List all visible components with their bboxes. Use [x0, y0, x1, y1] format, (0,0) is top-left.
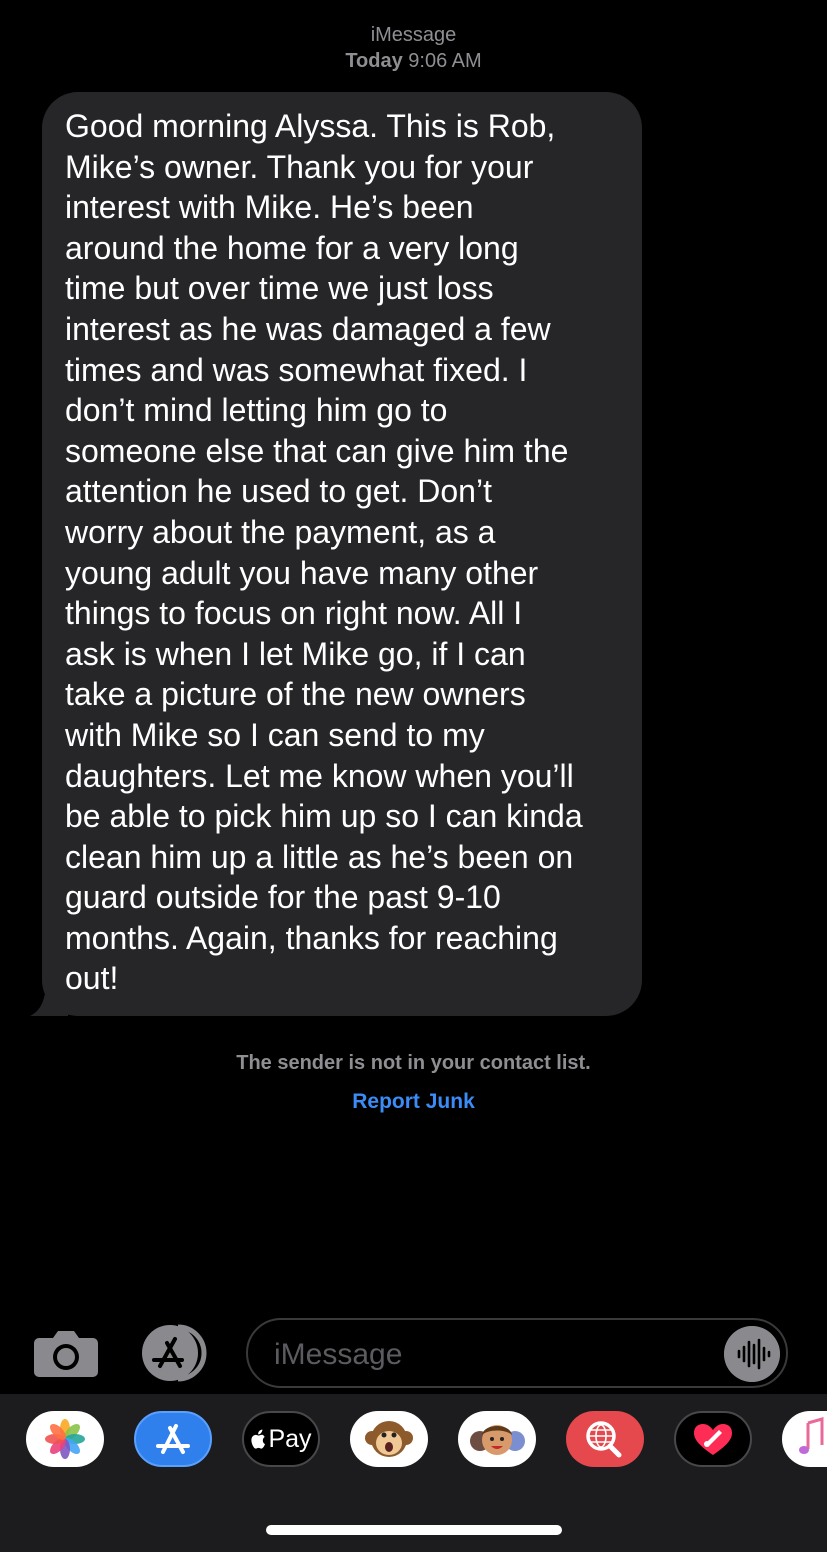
apple-pay-label: Pay [268, 1424, 312, 1453]
timestamp-time: 9:06 AM [408, 50, 482, 72]
apple-pay-app-button[interactable]: Pay [242, 1411, 320, 1467]
apple-logo-icon [251, 1429, 266, 1449]
service-label: iMessage [370, 24, 457, 46]
message-timestamp: Today 9:06 AM [0, 48, 827, 74]
unknown-sender-notice: The sender is not in your contact list. [236, 1052, 591, 1074]
animoji-app-button[interactable] [350, 1411, 428, 1467]
message-input[interactable] [272, 1330, 716, 1380]
app-store-icon[interactable] [138, 1324, 214, 1382]
incoming-message-bubble[interactable]: Good morning Alyssa. This is Rob, Mike’s… [42, 92, 642, 1016]
images-search-app-button[interactable] [566, 1411, 644, 1467]
heart-touch-icon [694, 1424, 732, 1455]
app-drawer: Pay [0, 1394, 827, 1552]
conversation-header: iMessage Today 9:06 AM [0, 22, 827, 74]
report-junk-link[interactable]: Report Junk [0, 1088, 827, 1116]
memoji-app-button[interactable] [458, 1411, 536, 1467]
digital-touch-app-button[interactable] [674, 1411, 752, 1467]
photos-icon [45, 1419, 85, 1459]
timestamp-day: Today [345, 50, 403, 72]
monkey-icon [365, 1421, 413, 1457]
memoji-icon [470, 1425, 525, 1455]
globe-search-icon [586, 1421, 622, 1458]
app-store-app-button[interactable] [134, 1411, 212, 1467]
message-text: Good morning Alyssa. This is Rob, Mike’s… [65, 108, 583, 997]
apple-pay-icon: Pay [244, 1413, 318, 1465]
home-indicator[interactable] [266, 1525, 562, 1535]
camera-icon[interactable] [33, 1328, 99, 1378]
waveform-icon[interactable] [724, 1326, 780, 1382]
app-store-app-icon [156, 1424, 190, 1454]
music-app-button[interactable] [782, 1411, 827, 1467]
music-note-icon [799, 1417, 824, 1454]
message-input-field[interactable] [246, 1318, 788, 1388]
photos-app-button[interactable] [26, 1411, 104, 1467]
